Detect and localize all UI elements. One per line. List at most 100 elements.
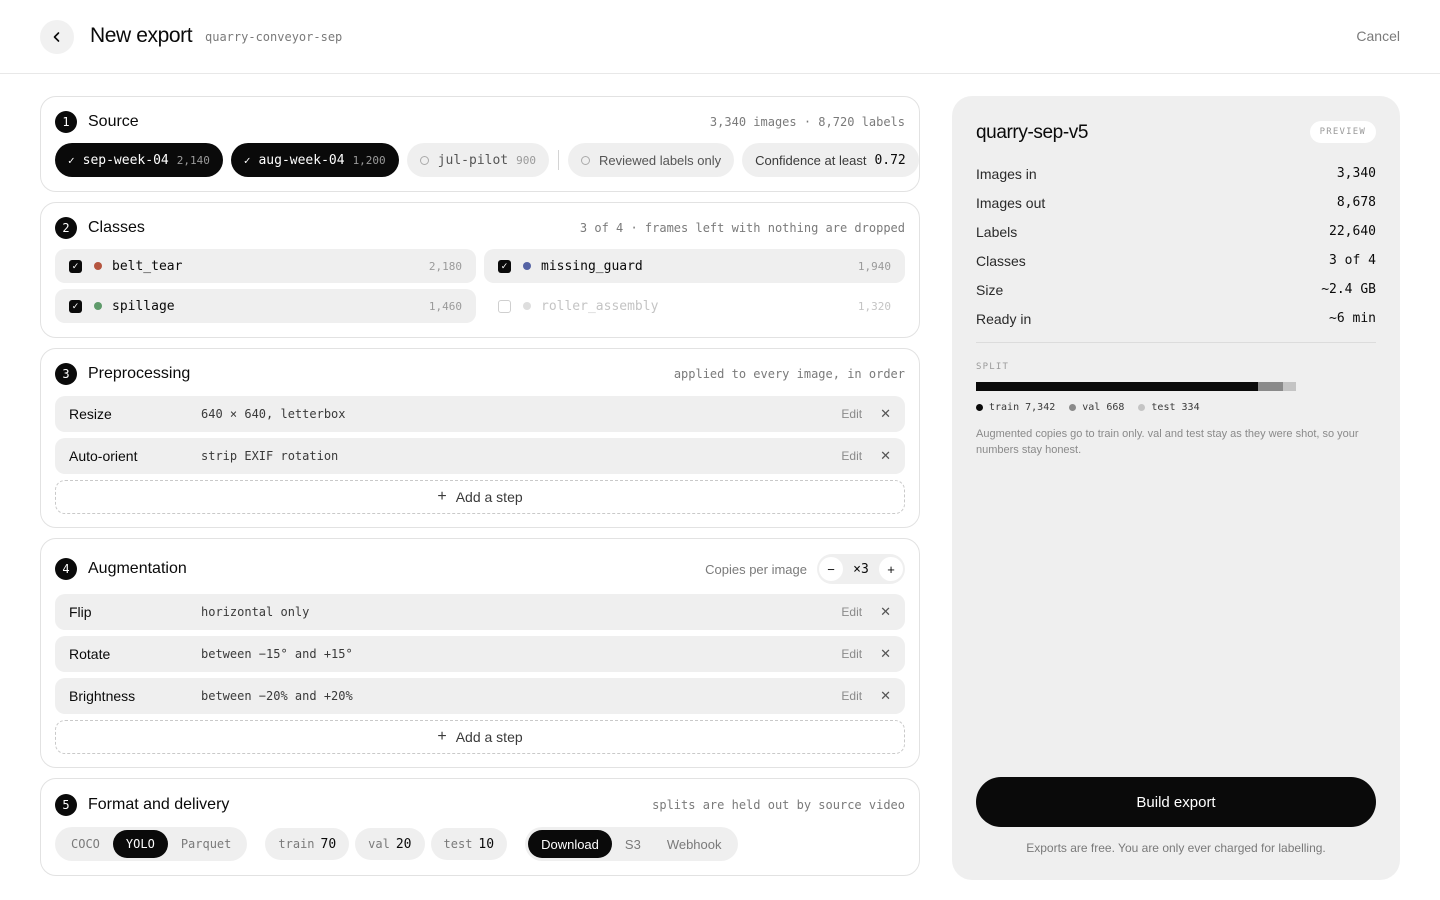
step-number: 3 [55, 363, 77, 385]
class-name: missing_guard [541, 258, 643, 274]
edit-button[interactable]: Edit [841, 689, 862, 703]
edit-button[interactable]: Edit [841, 647, 862, 661]
class-color-dot [94, 262, 102, 270]
close-icon[interactable]: ✕ [880, 688, 891, 704]
split-val-input[interactable]: val 20 [355, 828, 425, 860]
format-option-parquet[interactable]: Parquet [168, 830, 245, 858]
close-icon[interactable]: ✕ [880, 646, 891, 662]
export-name: quarry-sep-v5 [976, 122, 1089, 143]
preprocessing-note: applied to every image, in order [673, 367, 905, 381]
preprocess-step-auto-orient: Auto-orient strip EXIF rotation Edit ✕ [55, 438, 905, 474]
stat-value: 3,340 [1336, 166, 1376, 181]
add-augment-step-button[interactable]: + Add a step [55, 720, 905, 754]
stat-row: Size ~2.4 GB [976, 275, 1376, 304]
checkbox-checked-icon[interactable]: ✓ [498, 259, 511, 273]
preview-badge: PREVIEW [1309, 121, 1376, 143]
split-train-input[interactable]: train 70 [265, 828, 350, 860]
divider [558, 150, 560, 170]
stat-value: 3 of 4 [1329, 253, 1376, 268]
source-card: 1 Source 3,340 images · 8,720 labels ✓ s… [40, 96, 920, 192]
close-icon[interactable]: ✕ [880, 604, 891, 620]
reviewed-only-toggle[interactable]: Reviewed labels only [568, 143, 735, 177]
split-value: 70 [320, 836, 337, 852]
step-description: horizontal only [201, 605, 310, 619]
format-option-coco[interactable]: COCO [58, 830, 113, 858]
section-title: Format and delivery [88, 796, 230, 813]
augment-step-rotate: Rotate between −15° and +15° Edit ✕ [55, 636, 905, 672]
plus-icon[interactable]: + [879, 557, 903, 581]
stat-row: Labels 22,640 [976, 217, 1376, 246]
check-icon: ✓ [243, 153, 251, 167]
add-step-label: Add a step [455, 489, 523, 505]
batch-chip-jul-pilot[interactable]: jul-pilot 900 [406, 143, 550, 177]
split-test-input[interactable]: test 10 [430, 828, 508, 860]
stat-row: Images in 3,340 [976, 159, 1376, 188]
stat-label: Images out [976, 194, 1046, 211]
format-controls: COCO YOLO Parquet train 70 val 20 test 1… [55, 827, 738, 861]
delivery-option-webhook[interactable]: Webhook [654, 830, 735, 858]
edit-button[interactable]: Edit [841, 605, 862, 619]
step-number: 1 [55, 111, 77, 133]
batch-name: sep-week-04 [82, 152, 169, 168]
batch-name: aug-week-04 [258, 152, 345, 168]
split-heading: SPLIT [976, 362, 1010, 372]
build-export-button[interactable]: Build export [976, 777, 1376, 827]
add-step-label: Add a step [455, 729, 523, 745]
class-color-dot [523, 302, 531, 310]
project-slug: quarry-conveyor-sep [205, 30, 343, 44]
class-item-roller-assembly[interactable]: roller_assembly 1,320 [484, 289, 905, 323]
copies-control: Copies per image − ×3 + [705, 554, 905, 584]
cancel-button[interactable]: Cancel [1356, 28, 1400, 44]
delivery-selector: Download S3 Webhook [525, 827, 738, 861]
page-header: New export quarry-conveyor-sep Cancel [0, 0, 1440, 74]
edit-button[interactable]: Edit [841, 449, 862, 463]
batch-chip-aug-week-04[interactable]: ✓ aug-week-04 1,200 [230, 143, 399, 177]
legend-count: 334 [1181, 402, 1200, 413]
preprocessing-card: 3 Preprocessing applied to every image, … [40, 348, 920, 528]
batch-count: 2,140 [176, 153, 210, 167]
format-option-yolo[interactable]: YOLO [112, 830, 168, 858]
copies-value: ×3 [853, 561, 869, 577]
batch-count: 1,200 [352, 153, 386, 167]
add-preprocess-step-button[interactable]: + Add a step [55, 480, 905, 514]
format-selector: COCO YOLO Parquet [55, 827, 248, 861]
legend-label: test [1151, 402, 1176, 413]
step-name: Brightness [69, 688, 136, 704]
step-description: between −15° and +15° [201, 647, 353, 661]
checkbox-empty-icon[interactable] [498, 299, 511, 313]
delivery-option-download[interactable]: Download [528, 830, 612, 858]
stat-label: Labels [976, 223, 1018, 240]
checkbox-checked-icon[interactable]: ✓ [69, 259, 82, 273]
confidence-value: 0.72 [874, 152, 906, 168]
confidence-filter[interactable]: Confidence at least 0.72 [742, 143, 919, 177]
batch-chip-sep-week-04[interactable]: ✓ sep-week-04 2,140 [55, 143, 223, 177]
reviewed-only-label: Reviewed labels only [599, 152, 722, 168]
class-count: 1,940 [857, 259, 891, 273]
class-list: ✓ belt_tear 2,180 ✓ missing_guard 1,940 … [55, 249, 905, 323]
split-value: 10 [478, 836, 495, 852]
confidence-label: Confidence at least [755, 152, 867, 168]
plus-icon: + [437, 728, 447, 745]
split-bar-val [1257, 382, 1284, 391]
class-count: 1,460 [428, 299, 462, 313]
classes-card: 2 Classes 3 of 4 · frames left with noth… [40, 202, 920, 338]
back-button[interactable] [40, 20, 74, 54]
checkbox-checked-icon[interactable]: ✓ [69, 299, 82, 313]
close-icon[interactable]: ✕ [880, 448, 891, 464]
legend-dot [1069, 404, 1077, 411]
class-item-missing-guard[interactable]: ✓ missing_guard 1,940 [484, 249, 905, 283]
edit-button[interactable]: Edit [841, 407, 862, 421]
step-description: between −20% and +20% [201, 689, 353, 703]
class-item-spillage[interactable]: ✓ spillage 1,460 [55, 289, 476, 323]
minus-icon[interactable]: − [819, 557, 843, 581]
close-icon[interactable]: ✕ [880, 406, 891, 422]
class-item-belt-tear[interactable]: ✓ belt_tear 2,180 [55, 249, 476, 283]
delivery-option-s3[interactable]: S3 [612, 830, 654, 858]
stat-row: Images out 8,678 [976, 188, 1376, 217]
classes-note: 3 of 4 · frames left with nothing are dr… [579, 221, 905, 235]
class-color-dot [94, 302, 102, 310]
stat-row: Ready in ~6 min [976, 304, 1376, 333]
section-title: Classes [88, 219, 145, 236]
step-number: 5 [55, 794, 77, 816]
batch-name: jul-pilot [437, 152, 509, 168]
